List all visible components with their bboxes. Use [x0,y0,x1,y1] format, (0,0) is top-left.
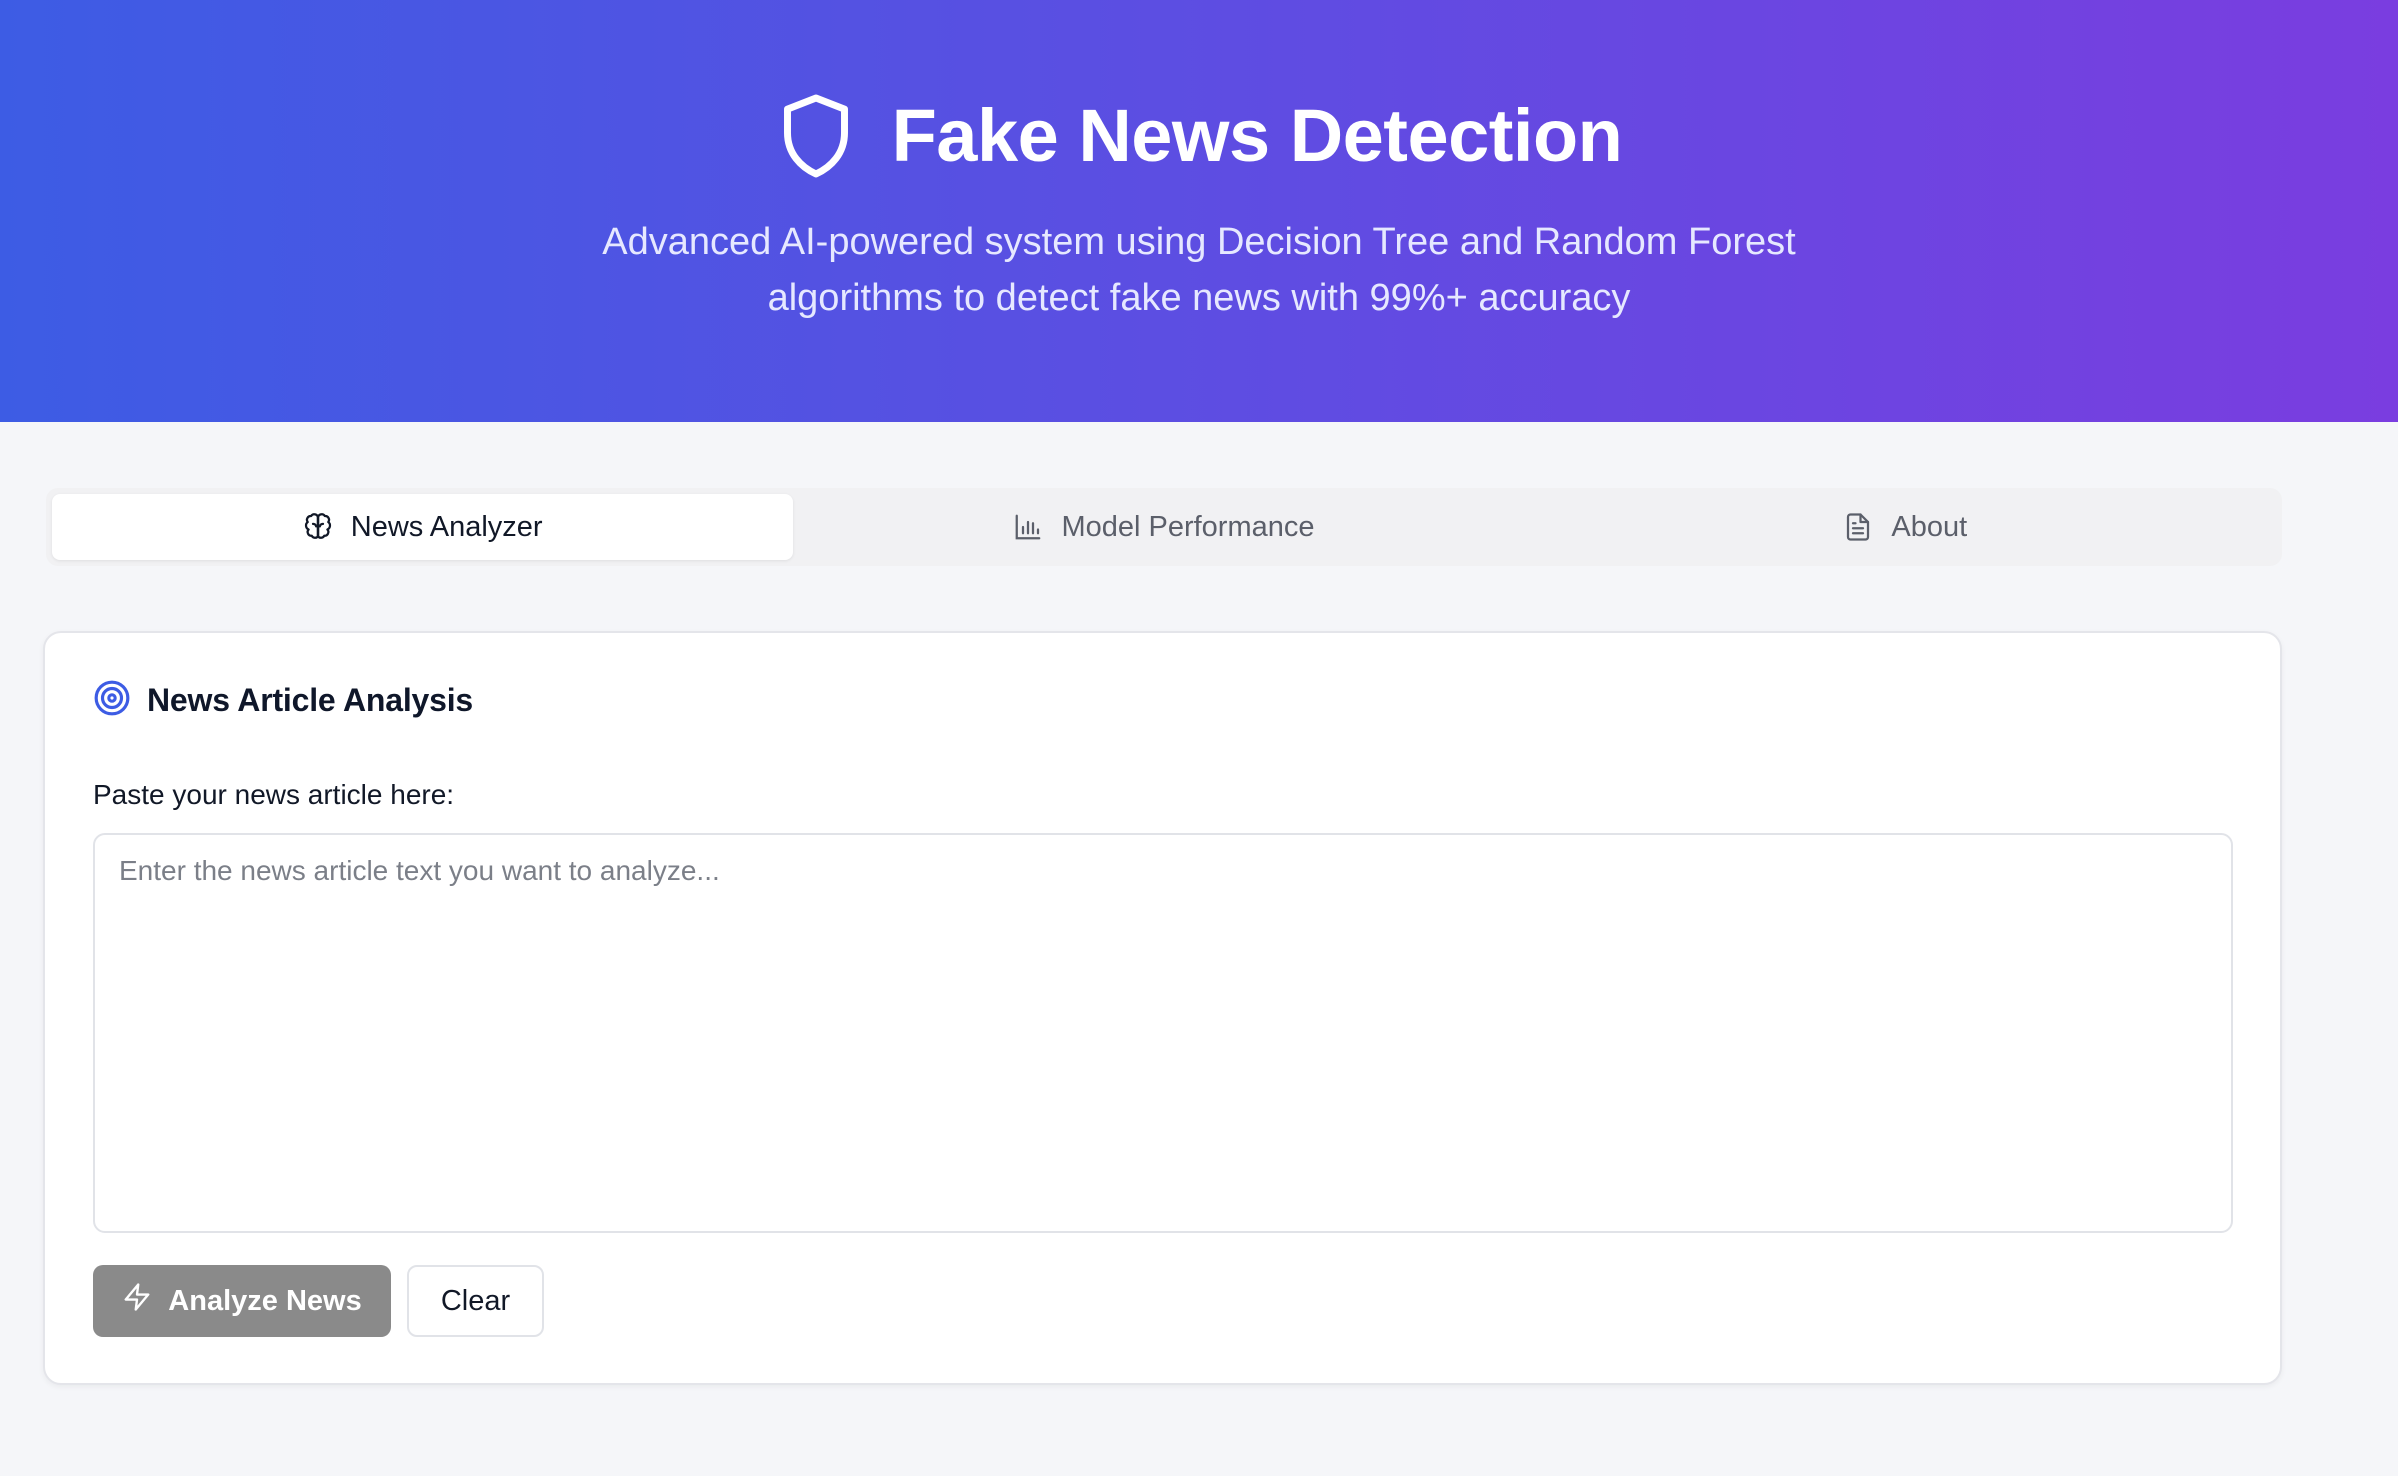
target-icon [93,679,131,722]
tab-model-performance[interactable]: Model Performance [793,494,1534,560]
subtitle-line-2: algorithms to detect fake news with 99%+… [767,277,1631,319]
tab-label: About [1891,510,1968,543]
page-title: Fake News Detection [891,94,1623,177]
action-buttons: Analyze News Clear [93,1265,544,1337]
shield-icon [776,90,856,182]
article-textarea[interactable] [93,833,2233,1233]
bar-chart-icon [1013,512,1043,542]
document-icon [1843,512,1873,542]
brain-icon [303,512,333,542]
analyze-news-button[interactable]: Analyze News [93,1265,391,1337]
hero-title-row: Fake News Detection [0,88,2398,184]
card-title: News Article Analysis [147,682,474,718]
tab-bar: News Analyzer Model Performance About [46,488,2282,566]
hero-header: Fake News Detection Advanced AI-powered … [0,0,2398,422]
news-analysis-card: News Article Analysis Paste your news ar… [43,631,2282,1385]
subtitle-line-1: Advanced AI-powered system using Decisio… [602,221,1796,263]
page-subtitle: Advanced AI-powered system using Decisio… [0,214,2398,326]
card-header: News Article Analysis [93,679,473,722]
tab-about[interactable]: About [1535,494,2276,560]
clear-button[interactable]: Clear [407,1265,544,1337]
article-input-label: Paste your news article here: [93,779,455,810]
lightning-icon [122,1282,152,1320]
tab-label: News Analyzer [350,510,543,543]
tab-label: Model Performance [1061,510,1315,543]
analyze-button-label: Analyze News [168,1284,362,1317]
tab-news-analyzer[interactable]: News Analyzer [52,494,794,560]
